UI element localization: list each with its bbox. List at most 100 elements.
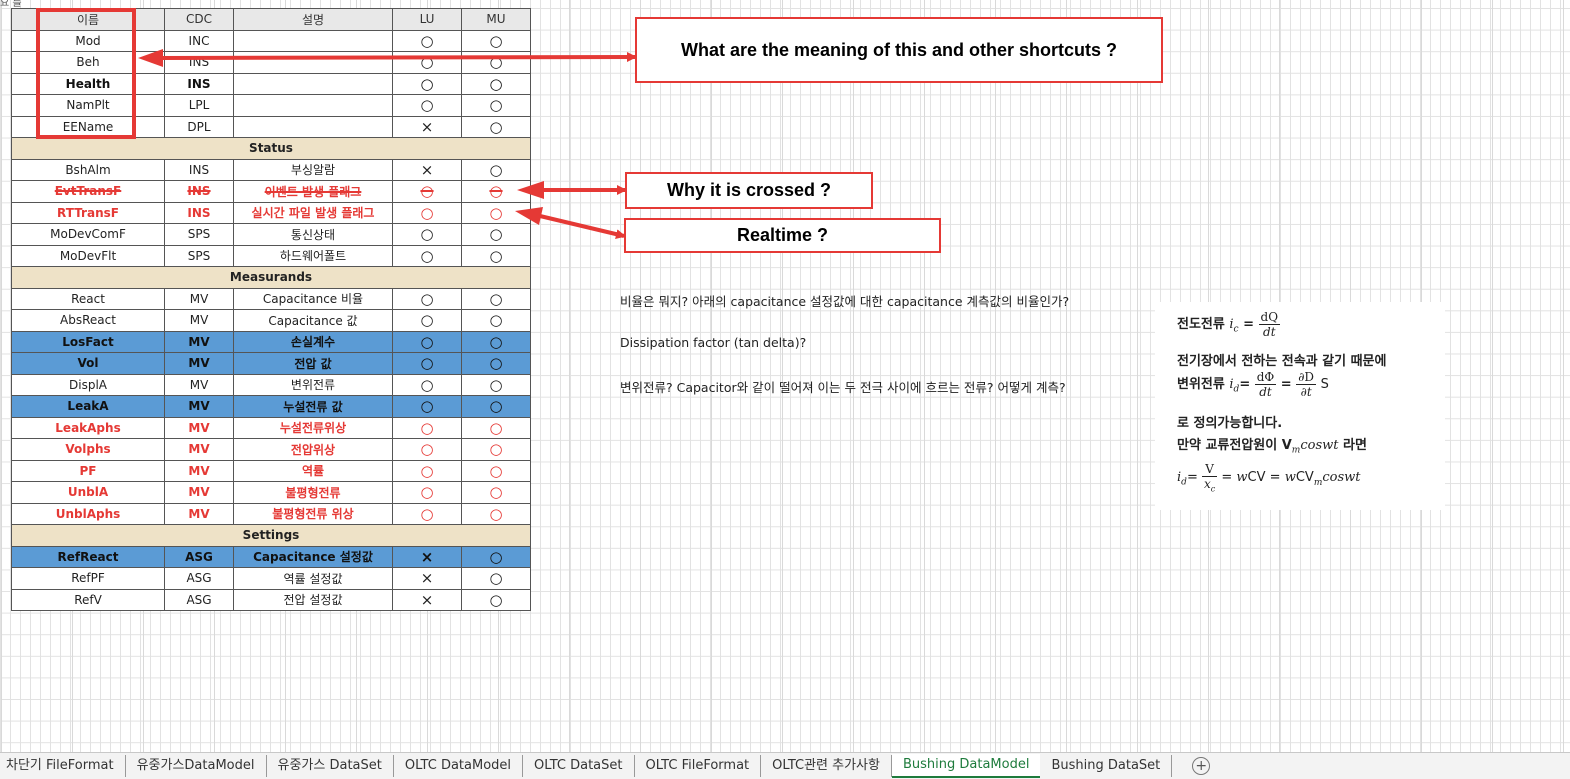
cell-description[interactable]: 불평형전류 위상 [233,502,393,525]
cell-lu[interactable]: ○ [392,502,462,525]
cell-cdc[interactable]: INC [164,29,234,52]
header-description[interactable]: 설명 [233,8,393,31]
cell-lu[interactable]: ○ [392,180,462,203]
cell-description[interactable]: 누설전류위상 [233,416,393,439]
section-label[interactable]: Measurands [11,266,531,289]
sheet-tab[interactable]: 유중가스 DataSet [267,755,394,777]
cell-cdc[interactable]: INS [164,201,234,224]
cell-mu[interactable]: ○ [461,201,531,224]
cell-lu[interactable]: × [392,115,462,138]
cell-lu[interactable]: ○ [392,94,462,117]
section-label[interactable]: Status [11,137,531,160]
sheet-tab[interactable]: OLTC DataSet [523,755,635,777]
cell-lu[interactable]: ○ [392,459,462,482]
cell-cdc[interactable]: INS [164,180,234,203]
add-sheet-icon[interactable]: + [1192,757,1211,775]
cell-description[interactable]: Capacitance 값 [233,309,393,332]
cell-cdc[interactable]: MV [164,352,234,375]
cell-mu[interactable]: ○ [461,72,531,95]
cell-lu[interactable]: ○ [392,72,462,95]
cell-cdc[interactable]: SPS [164,223,234,246]
cell-lu[interactable]: ○ [392,438,462,461]
cell-mu[interactable]: ○ [461,481,531,504]
header-cdc[interactable]: CDC [164,8,234,31]
cell-cdc[interactable]: MV [164,309,234,332]
cell-lu[interactable]: ○ [392,244,462,267]
cell-name[interactable]: UnblA [11,481,165,504]
cell-cdc[interactable]: INS [164,72,234,95]
cell-cdc[interactable]: DPL [164,115,234,138]
cell-cdc[interactable]: ASG [164,588,234,611]
sheet-tab[interactable]: Bushing DataSet [1040,755,1173,777]
cell-name[interactable]: Volphs [11,438,165,461]
cell-cdc[interactable]: LPL [164,94,234,117]
cell-mu[interactable]: ○ [461,94,531,117]
cell-name[interactable]: RTTransF [11,201,165,224]
cell-mu[interactable]: ○ [461,416,531,439]
cell-name[interactable]: React [11,287,165,310]
cell-cdc[interactable]: MV [164,287,234,310]
cell-cdc[interactable]: MV [164,373,234,396]
cell-lu[interactable]: ○ [392,330,462,353]
cell-mu[interactable]: ○ [461,244,531,267]
cell-description[interactable]: Capacitance 설정값 [233,545,393,568]
cell-lu[interactable]: ○ [392,352,462,375]
cell-description[interactable] [233,72,393,95]
cell-description[interactable]: 통신상태 [233,223,393,246]
cell-description[interactable]: 전압 설정값 [233,588,393,611]
cell-description[interactable]: 손실계수 [233,330,393,353]
cell-name[interactable]: RefReact [11,545,165,568]
sheet-tab[interactable]: 차단기 FileFormat [0,755,126,777]
cell-lu[interactable]: ○ [392,309,462,332]
cell-lu[interactable]: ○ [392,223,462,246]
cell-mu[interactable]: ○ [461,438,531,461]
cell-description[interactable]: Capacitance 비율 [233,287,393,310]
cell-cdc[interactable]: INS [164,51,234,74]
section-label[interactable]: Settings [11,524,531,547]
cell-description[interactable]: 부싱알람 [233,158,393,181]
cell-mu[interactable]: ○ [461,373,531,396]
sheet-tab[interactable]: OLTC FileFormat [635,755,762,777]
cell-mu[interactable]: ○ [461,29,531,52]
cell-cdc[interactable]: MV [164,481,234,504]
cell-name[interactable]: AbsReact [11,309,165,332]
cell-description[interactable]: 전압 값 [233,352,393,375]
cell-description[interactable]: 실시간 파일 발생 플래그 [233,201,393,224]
cell-lu[interactable]: ○ [392,373,462,396]
cell-mu[interactable]: ○ [461,330,531,353]
cell-lu[interactable]: ○ [392,481,462,504]
cell-description[interactable]: 하드웨어폴트 [233,244,393,267]
cell-mu[interactable]: ○ [461,545,531,568]
cell-mu[interactable]: ○ [461,51,531,74]
cell-mu[interactable]: ○ [461,309,531,332]
cell-cdc[interactable]: MV [164,459,234,482]
cell-mu[interactable]: ○ [461,223,531,246]
cell-cdc[interactable]: MV [164,330,234,353]
cell-description[interactable] [233,51,393,74]
cell-lu[interactable]: ○ [392,416,462,439]
cell-description[interactable]: 누설전류 값 [233,395,393,418]
cell-cdc[interactable]: ASG [164,567,234,590]
cell-mu[interactable]: ○ [461,158,531,181]
cell-description[interactable] [233,29,393,52]
cell-name[interactable]: LeakA [11,395,165,418]
cell-description[interactable] [233,115,393,138]
cell-lu[interactable]: × [392,567,462,590]
cell-name[interactable]: RefPF [11,567,165,590]
cell-lu[interactable]: ○ [392,51,462,74]
cell-mu[interactable]: ○ [461,395,531,418]
cell-name[interactable]: DisplA [11,373,165,396]
cell-description[interactable]: 전압위상 [233,438,393,461]
cell-name[interactable]: MoDevFlt [11,244,165,267]
cell-cdc[interactable]: MV [164,438,234,461]
cell-mu[interactable]: ○ [461,180,531,203]
sheet-tab[interactable]: Bushing DataModel [891,754,1041,778]
cell-cdc[interactable]: ASG [164,545,234,568]
cell-name[interactable]: LeakAphs [11,416,165,439]
cell-name[interactable]: Vol [11,352,165,375]
cell-lu[interactable]: ○ [392,287,462,310]
cell-name[interactable]: UnblAphs [11,502,165,525]
cell-description[interactable]: 변위전류 [233,373,393,396]
cell-lu[interactable]: × [392,545,462,568]
cell-cdc[interactable]: MV [164,395,234,418]
